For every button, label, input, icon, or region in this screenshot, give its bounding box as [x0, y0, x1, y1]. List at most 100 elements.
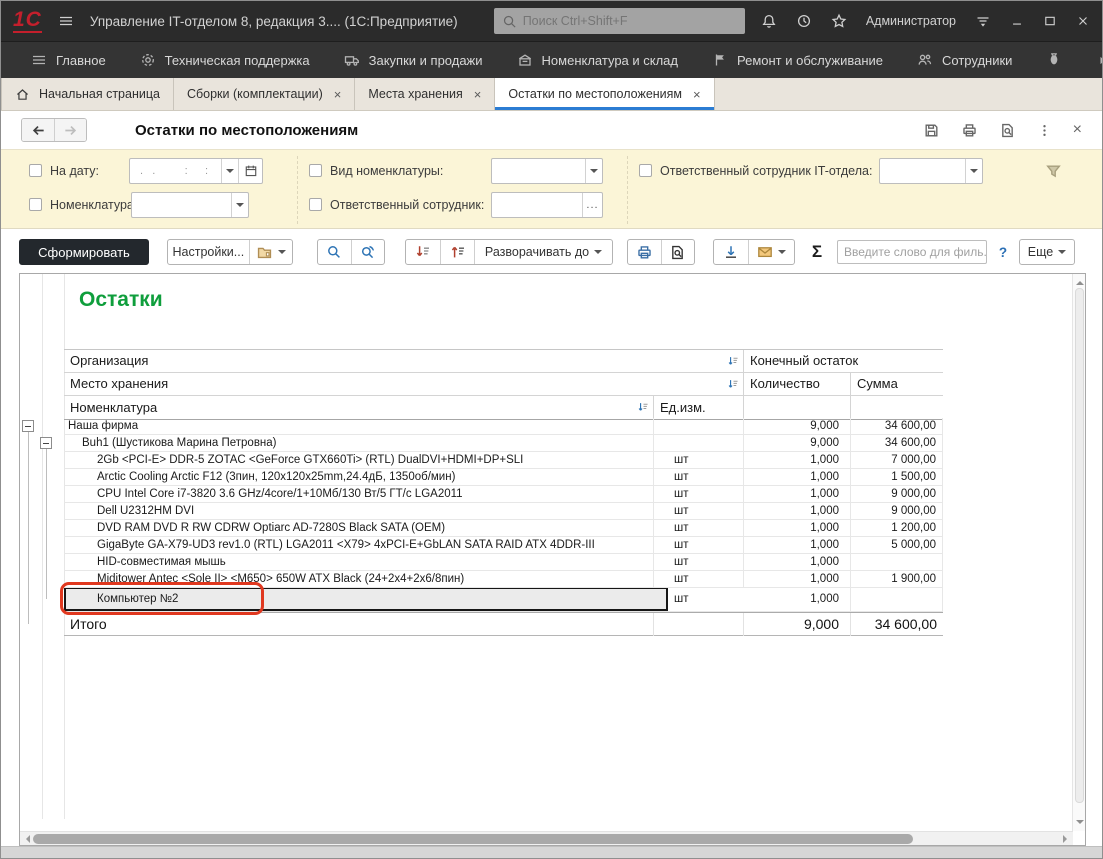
current-user[interactable]: Администратор — [866, 14, 956, 28]
row-sum: 9 000,00 — [851, 486, 943, 502]
filter-funnel-icon[interactable] — [1045, 163, 1062, 180]
header-sum[interactable]: Сумма — [851, 373, 943, 395]
tab-3[interactable]: Остатки по местоположениям× — [495, 78, 714, 110]
menu-item-label: Ремонт и обслуживание — [737, 53, 883, 68]
quick-filter-input[interactable]: Введите слово для филь... — [837, 240, 987, 264]
table-row[interactable]: Arctic Cooling Arctic F12 (3пин, 120x120… — [64, 469, 943, 486]
nomenclature-input[interactable] — [131, 192, 249, 218]
group-expander-minus[interactable] — [40, 437, 52, 449]
more-menu-icon[interactable] — [1037, 123, 1052, 138]
tab-2[interactable]: Места хранения× — [355, 78, 495, 110]
notifications-icon[interactable] — [761, 13, 777, 29]
table-row[interactable]: HID-совместимая мышьшт1,000 — [64, 554, 943, 571]
table-row[interactable]: GigaByte GA-X79-UD3 rev1.0 (RTL) LGA2011… — [64, 537, 943, 554]
print-preview-button[interactable] — [661, 240, 694, 264]
header-nomenclature[interactable]: Номенклатура — [64, 396, 654, 419]
responsible-choose-button[interactable]: ... — [582, 193, 602, 217]
table-row[interactable]: 2Gb <PCI-E> DDR-5 ZOTAC <GeForce GTX660T… — [64, 452, 943, 469]
sum-button[interactable]: Σ — [805, 239, 829, 265]
menu-item-2[interactable]: Закупки и продажи — [344, 52, 483, 68]
it-responsible-dropdown[interactable] — [965, 159, 982, 183]
on-date-checkbox[interactable] — [29, 164, 42, 177]
close-window-icon[interactable] — [1076, 14, 1090, 28]
collapse-all-button[interactable] — [440, 240, 474, 264]
header-unit[interactable]: Ед.изм. — [654, 396, 744, 419]
table-row[interactable]: Наша фирма9,00034 600,00 — [64, 418, 943, 435]
find-next-icon — [360, 244, 376, 260]
save-file-button[interactable] — [714, 240, 748, 264]
header-organization[interactable]: Организация — [64, 350, 744, 372]
settings-button[interactable]: Настройки... — [168, 240, 249, 264]
header-final-balance[interactable]: Конечный остаток — [744, 350, 943, 372]
menu-item-5[interactable]: Сотрудники — [917, 52, 1012, 68]
header-sum-label: Сумма — [857, 373, 898, 395]
row-unit: шт — [654, 469, 744, 485]
calendar-icon[interactable] — [238, 159, 262, 183]
sort-icon[interactable] — [727, 355, 740, 368]
table-row[interactable]: DVD RAM DVD R RW CDRW Optiarc AD-7280S B… — [64, 520, 943, 537]
total-row[interactable]: Итого 9,000 34 600,00 — [64, 612, 943, 636]
table-row[interactable]: Dell U2312HM DVIшт1,0009 000,00 — [64, 503, 943, 520]
row-sum: 1 900,00 — [851, 571, 943, 587]
horizontal-scrollbar-thumb[interactable] — [33, 834, 913, 844]
menu-item-1[interactable]: Техническая поддержка — [140, 52, 310, 68]
header-storage-place[interactable]: Место хранения — [64, 373, 744, 395]
preview-icon[interactable] — [999, 122, 1016, 139]
nomenclature-kind-input[interactable] — [491, 158, 603, 184]
expand-to-button[interactable]: Разворачивать до — [474, 240, 612, 264]
nomenclature-kind-checkbox[interactable] — [309, 164, 322, 177]
close-page-icon[interactable]: × — [1073, 121, 1082, 139]
minimize-icon[interactable] — [1010, 14, 1024, 28]
responsible-input[interactable]: ... — [491, 192, 603, 218]
report-variants-button[interactable] — [249, 240, 292, 264]
header-unit-label: Ед.изм. — [660, 397, 706, 419]
back-button[interactable] — [22, 119, 54, 141]
nomenclature-checkbox[interactable] — [29, 198, 42, 211]
menu-item-3[interactable]: Номенклатура и склад — [517, 52, 678, 68]
find-next-button[interactable] — [351, 240, 384, 264]
global-search-input[interactable]: Поиск Ctrl+Shift+F — [494, 8, 745, 34]
service-menu-icon[interactable] — [975, 13, 991, 29]
tab-close-icon[interactable]: × — [334, 88, 342, 101]
save-icon[interactable] — [923, 122, 940, 139]
header-quantity[interactable]: Количество — [744, 373, 851, 395]
history-icon[interactable] — [796, 13, 812, 29]
find-button[interactable] — [318, 240, 351, 264]
horizontal-scrollbar[interactable] — [20, 831, 1073, 845]
expand-all-button[interactable] — [406, 240, 440, 264]
it-responsible-checkbox[interactable] — [639, 164, 652, 177]
responsible-checkbox[interactable] — [309, 198, 322, 211]
help-button[interactable]: ? — [995, 239, 1011, 265]
tab-close-icon[interactable]: × — [474, 88, 482, 101]
on-date-input[interactable]: . . : : — [129, 158, 263, 184]
money-menu-item[interactable] — [1046, 52, 1062, 68]
maximize-icon[interactable] — [1043, 14, 1057, 28]
print-button[interactable] — [628, 240, 661, 264]
sort-icon[interactable] — [637, 401, 650, 414]
it-responsible-input[interactable] — [879, 158, 983, 184]
generate-button[interactable]: Сформировать — [19, 239, 149, 265]
main-menu-icon[interactable] — [58, 13, 74, 29]
forward-button[interactable] — [54, 119, 86, 141]
nomenclature-kind-label: Вид номенклатуры: — [330, 164, 443, 178]
tab-close-icon[interactable]: × — [693, 88, 701, 101]
row-sum: 7 000,00 — [851, 452, 943, 468]
chevron-right-menu-item[interactable] — [1096, 54, 1103, 67]
table-row[interactable]: CPU Intel Core i7-3820 3.6 GHz/4core/1+1… — [64, 486, 943, 503]
nomenclature-kind-dropdown[interactable] — [585, 159, 602, 183]
menu-item-4[interactable]: Ремонт и обслуживание — [712, 52, 883, 68]
more-button[interactable]: Еще — [1020, 240, 1074, 264]
vertical-scrollbar[interactable] — [1072, 274, 1085, 831]
nomenclature-dropdown[interactable] — [231, 193, 248, 217]
tab-0[interactable]: Начальная страница — [1, 78, 174, 110]
tab-1[interactable]: Сборки (комплектации)× — [174, 78, 355, 110]
sort-icon[interactable] — [727, 378, 740, 391]
table-row[interactable]: Buh1 (Шустикова Марина Петровна)9,00034 … — [64, 435, 943, 452]
menu-item-0[interactable]: Главное — [31, 52, 106, 68]
favorites-icon[interactable] — [831, 13, 847, 29]
send-mail-button[interactable] — [748, 240, 794, 264]
group-expander-minus[interactable] — [22, 420, 34, 432]
on-date-dropdown[interactable] — [221, 159, 238, 183]
vertical-scrollbar-thumb[interactable] — [1075, 288, 1084, 803]
print-icon[interactable] — [961, 122, 978, 139]
